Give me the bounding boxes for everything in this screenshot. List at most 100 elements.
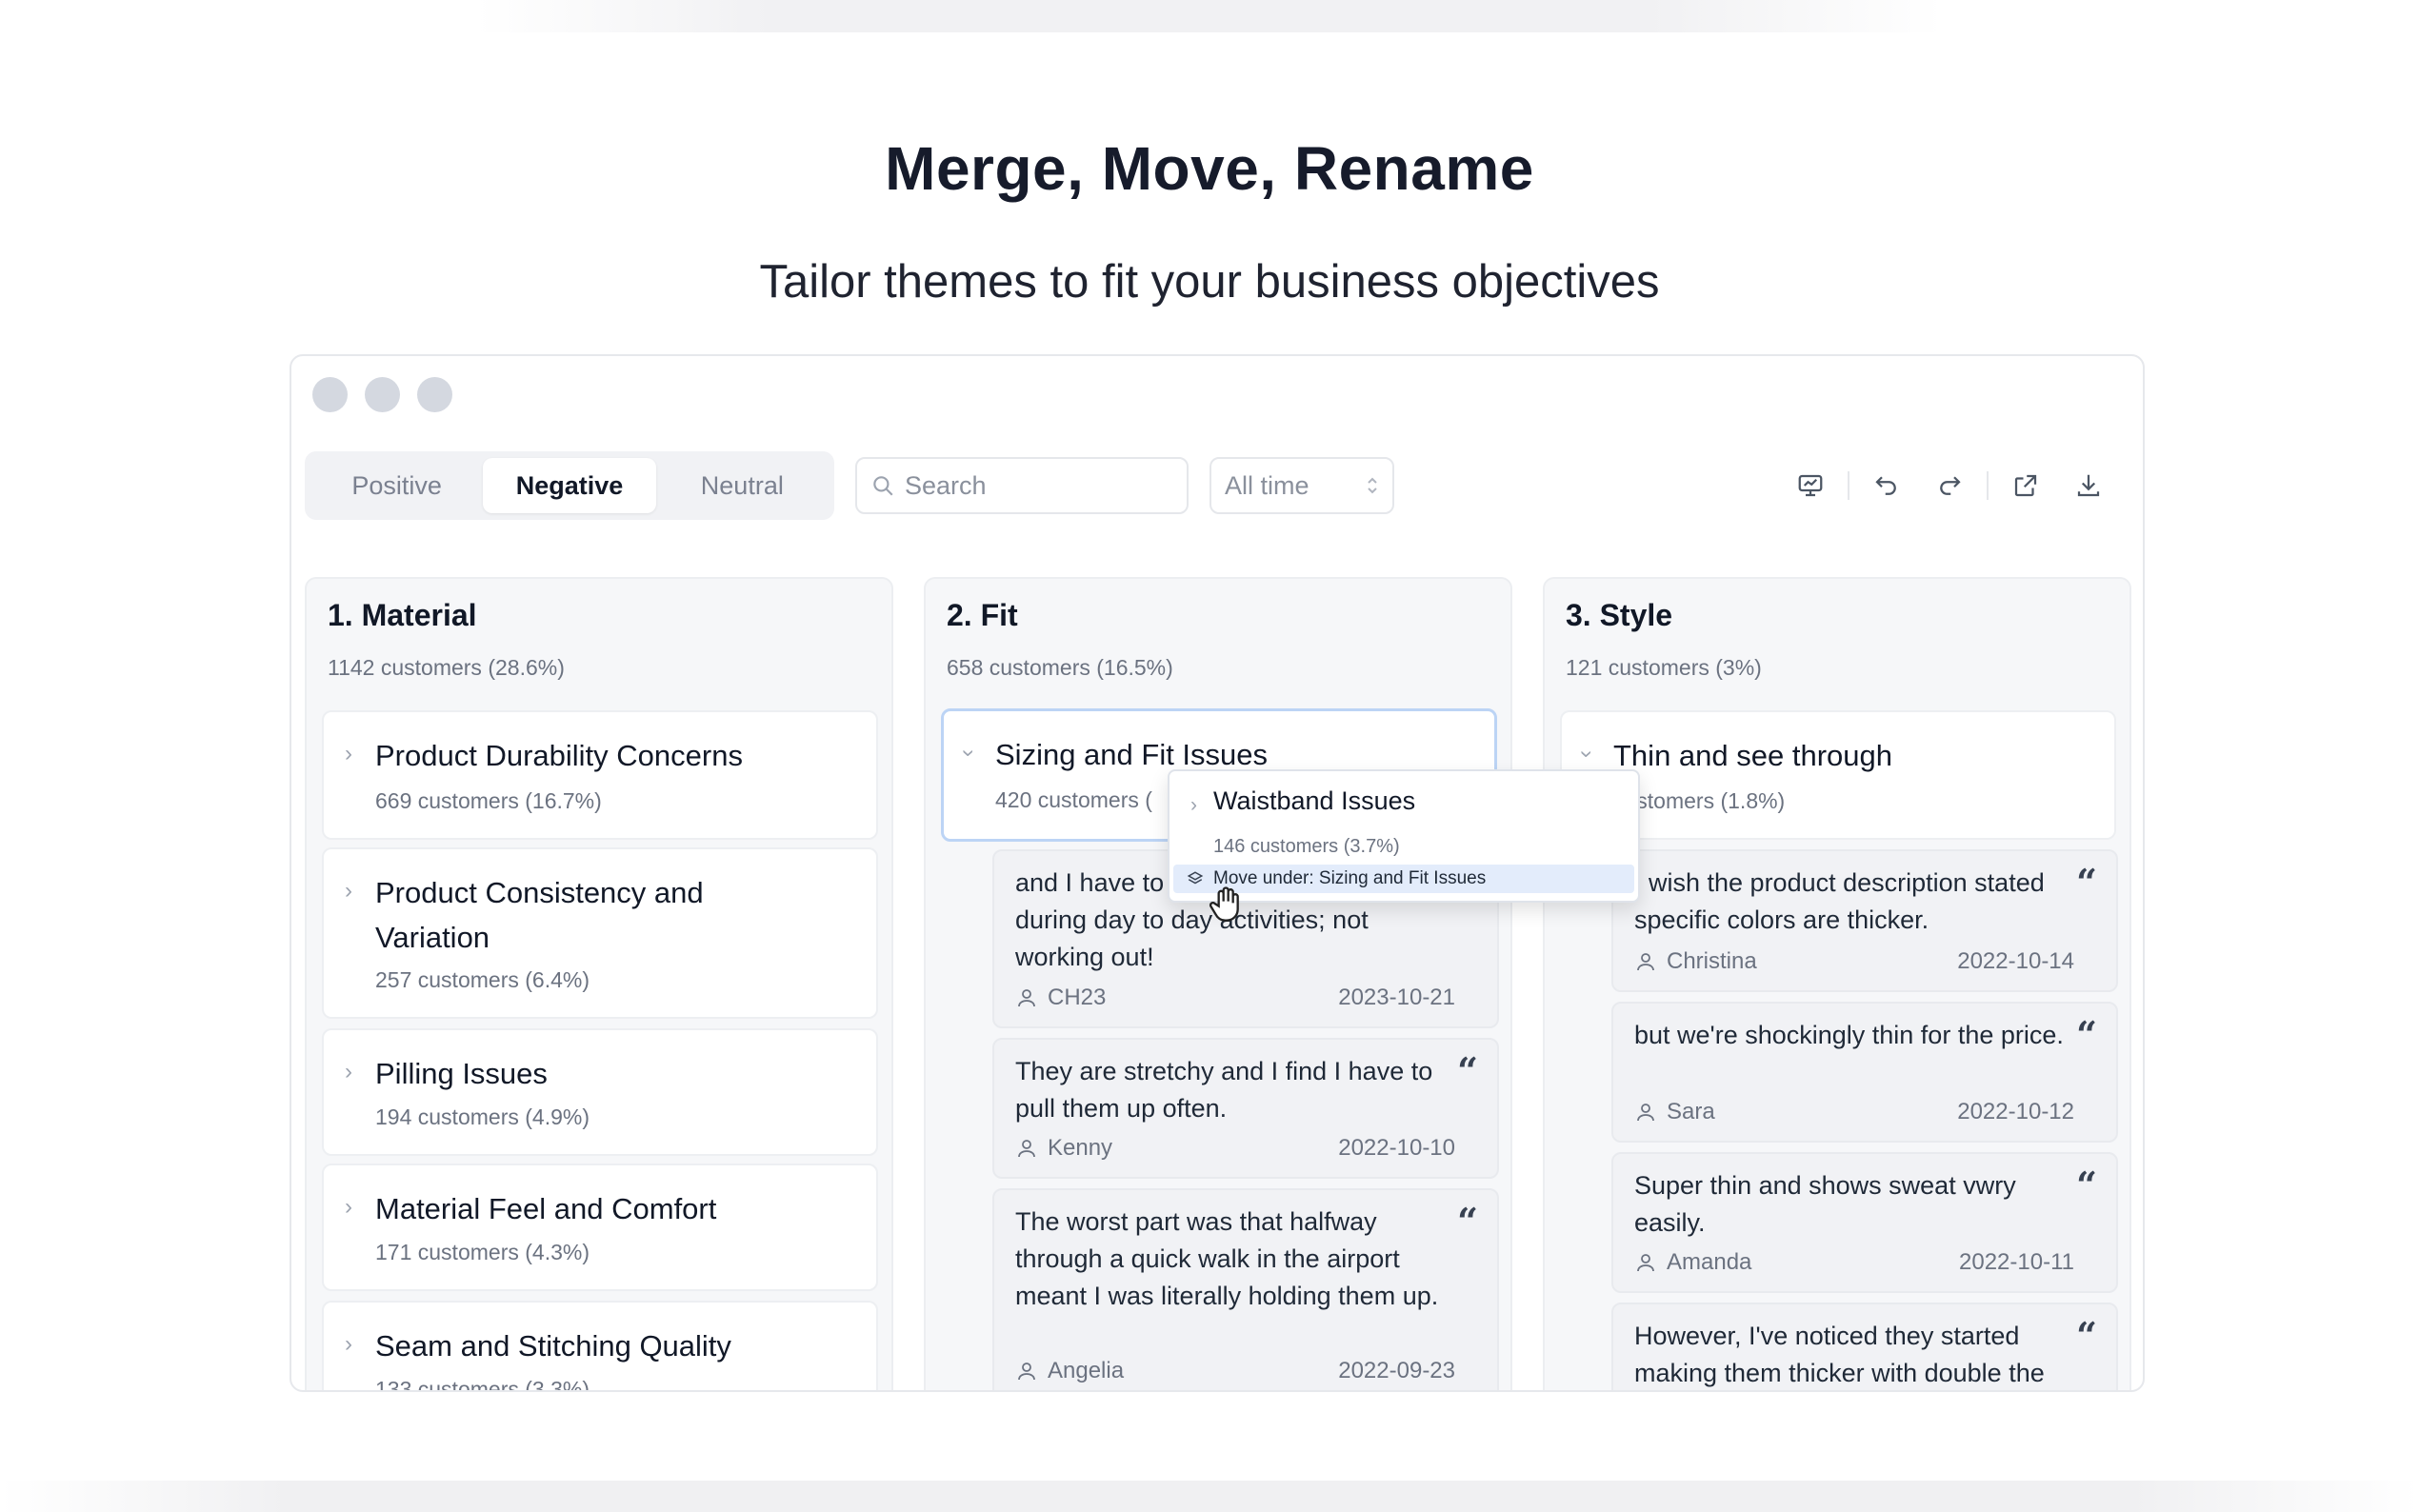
theme-column-fit: 2. Fit 658 customers (16.5%) › Sizing an…: [924, 577, 1512, 1390]
undo-icon: [1875, 476, 1896, 495]
quote-date: 2023-10-21: [1338, 985, 1455, 1010]
quote-icon: “: [2076, 1013, 2097, 1056]
undo-button[interactable]: [1855, 463, 1918, 508]
toolbar-divider: [1987, 471, 1989, 500]
column-count: 121 customers (3%): [1566, 655, 1762, 680]
search-input[interactable]: [905, 470, 1171, 501]
presentation-icon: [1798, 474, 1823, 497]
theme-count: 257 customers (6.4%): [375, 967, 590, 992]
toolbar-divider: [1848, 471, 1849, 500]
theme-card[interactable]: › Material Feel and Comfort 171 customer…: [322, 1164, 878, 1291]
redo-button[interactable]: [1918, 463, 1981, 508]
quote-author: Sara: [1634, 1099, 1715, 1125]
quote-card[interactable]: The worst part was that halfway through …: [992, 1188, 1499, 1390]
theme-name: Pilling Issues: [375, 1057, 548, 1090]
quote-text: Super thin and shows sweat vwry easily.: [1634, 1171, 2016, 1237]
column-count: 1142 customers (28.6%): [328, 655, 565, 680]
quote-meta: Christina 2022-10-14: [1634, 948, 2074, 975]
quote-text: They are stretchy and I find I have to p…: [1015, 1057, 1433, 1123]
bottom-fade: [0, 1481, 2419, 1512]
window-dot-close[interactable]: [312, 377, 348, 412]
quote-card[interactable]: However, I've noticed they started makin…: [1611, 1303, 2118, 1390]
quote-icon: “: [1457, 1049, 1478, 1092]
quote-meta: CH23 2023-10-21: [1015, 985, 1455, 1011]
column-title: 3. Style: [1566, 598, 1673, 632]
user-icon: [1018, 1140, 1035, 1158]
user-icon: [1637, 1104, 1654, 1122]
search-box[interactable]: [855, 457, 1189, 514]
quote-author: Christina: [1634, 948, 1757, 975]
quote-date: 2022-10-12: [1957, 1099, 2074, 1124]
quote-icon: “: [2076, 861, 2097, 904]
quote-icon: “: [1457, 1200, 1478, 1243]
page: Merge, Move, Rename Tailor themes to fit…: [0, 0, 2419, 1512]
quote-icon: “: [2076, 1164, 2097, 1206]
quote-card[interactable]: but we're shockingly thin for the price.…: [1611, 1002, 2118, 1143]
theme-column-material: 1. Material 1142 customers (28.6%) › Pro…: [305, 577, 893, 1392]
theme-name: Product Consistency and Variation: [375, 876, 704, 954]
theme-count: 420 customers (: [995, 787, 1152, 812]
layers-icon: [1187, 871, 1204, 885]
move-under-label: Move under: Sizing and Fit Issues: [1213, 868, 1487, 888]
quote-meta: Kenny 2022-10-10: [1015, 1135, 1455, 1162]
user-icon: [1637, 953, 1654, 971]
theme-card[interactable]: › Product Durability Concerns 669 custom…: [322, 710, 878, 840]
external-link-icon: [2014, 474, 2037, 497]
quote-text: The worst part was that halfway through …: [1015, 1207, 1439, 1310]
theme-name: Material Feel and Comfort: [375, 1192, 717, 1225]
window-controls: [312, 377, 452, 412]
theme-card[interactable]: › Thin and see through customers (1.8%): [1560, 710, 2116, 840]
author-name: Christina: [1667, 948, 1757, 974]
tab-positive[interactable]: Positive: [310, 458, 483, 513]
page-title: Merge, Move, Rename: [885, 134, 1534, 203]
chevron-right-icon: ›: [345, 1059, 352, 1084]
theme-card[interactable]: › Pilling Issues 194 customers (4.9%): [322, 1028, 878, 1156]
quote-card[interactable]: Super thin and shows sweat vwry easily. …: [1611, 1152, 2118, 1293]
tab-neutral[interactable]: Neutral: [656, 458, 829, 513]
quote-author: Kenny: [1015, 1135, 1112, 1162]
theme-name: Product Durability Concerns: [375, 739, 743, 772]
download-icon: [2077, 474, 2100, 497]
author-name: Angelia: [1048, 1358, 1125, 1383]
theme-card[interactable]: › Product Consistency and Variation 257 …: [322, 847, 878, 1019]
drag-preview-card[interactable]: › Waistband Issues 146 customers (3.7%) …: [1168, 769, 1640, 903]
theme-count: 133 customers (3.3%): [375, 1377, 590, 1392]
theme-name: Thin and see through: [1613, 739, 1892, 772]
chevron-right-icon: ›: [345, 741, 352, 766]
theme-column-style: 3. Style 121 customers (3%) › Thin and s…: [1543, 577, 2131, 1390]
column-title: 2. Fit: [947, 598, 1018, 632]
quote-author: CH23: [1015, 985, 1106, 1011]
app-window: Positive Negative Neutral All time: [290, 354, 2145, 1392]
window-dot-minimize[interactable]: [365, 377, 400, 412]
toolbar-actions: [1779, 463, 2120, 508]
user-icon: [1637, 1254, 1654, 1272]
download-button[interactable]: [2057, 463, 2120, 508]
open-external-button[interactable]: [1994, 463, 2057, 508]
quote-card[interactable]: They are stretchy and I find I have to p…: [992, 1038, 1499, 1179]
presentation-button[interactable]: [1779, 463, 1842, 508]
theme-name: Waistband Issues: [1213, 786, 1416, 815]
author-name: CH23: [1048, 985, 1107, 1010]
theme-count: 194 customers (4.9%): [375, 1104, 590, 1129]
theme-card[interactable]: › Seam and Stitching Quality 133 custome…: [322, 1301, 878, 1392]
chevron-right-icon: ›: [345, 1194, 352, 1220]
quote-text: However, I've noticed they started makin…: [1634, 1322, 2045, 1387]
quote-date: 2022-09-23: [1338, 1358, 1455, 1383]
theme-count: 146 customers (3.7%): [1213, 836, 1400, 857]
chevron-right-icon: ›: [345, 1331, 352, 1357]
quote-date: 2022-10-11: [1959, 1249, 2074, 1275]
quote-meta: Amanda 2022-10-11: [1634, 1249, 2074, 1276]
chevron-down-icon: ›: [956, 749, 982, 757]
quote-icon: “: [2076, 1314, 2097, 1357]
search-icon: [873, 476, 893, 496]
column-title: 1. Material: [328, 598, 477, 632]
author-name: Kenny: [1048, 1135, 1113, 1161]
page-subtitle: Tailor themes to fit your business objec…: [759, 256, 1660, 308]
time-range-value: All time: [1225, 470, 1309, 500]
quote-meta: Sara 2022-10-12: [1634, 1099, 2074, 1125]
window-dot-maximize[interactable]: [417, 377, 452, 412]
quote-card[interactable]: I wish the product description stated sp…: [1611, 849, 2118, 992]
tab-negative[interactable]: Negative: [483, 458, 656, 513]
time-range-select[interactable]: All time: [1210, 457, 1394, 514]
quote-author: Amanda: [1634, 1249, 1751, 1276]
